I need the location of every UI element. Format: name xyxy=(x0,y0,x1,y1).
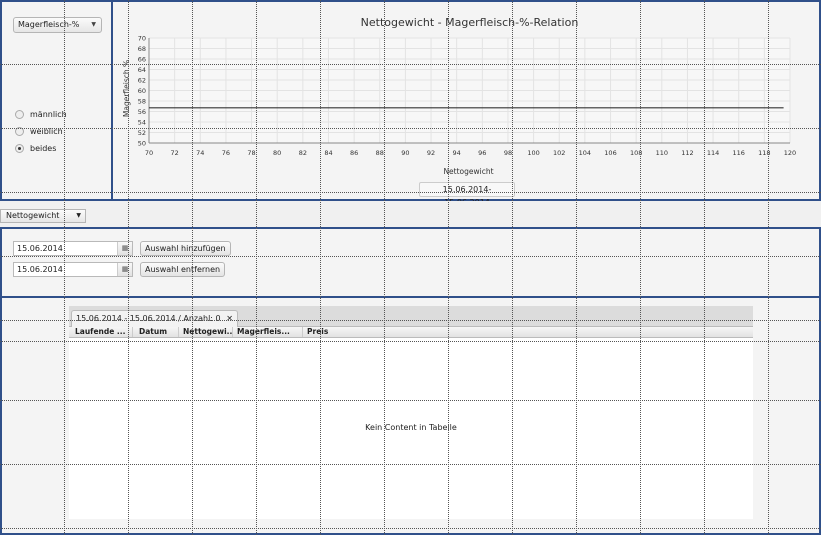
radio-button-selected-icon xyxy=(15,144,24,153)
chevron-down-icon: ▼ xyxy=(91,21,96,28)
x-tick-label: 100 xyxy=(527,149,539,157)
x-tick-label: 72 xyxy=(170,149,178,157)
radio-beides[interactable]: beides xyxy=(15,144,75,154)
y-tick-label: 66 xyxy=(138,56,146,64)
x-tick-label: 76 xyxy=(222,149,230,157)
x-tick-label: 90 xyxy=(401,149,409,157)
y-tick-label: 60 xyxy=(138,87,146,95)
y-tick-label: 68 xyxy=(138,45,146,53)
y-axis-label: Magerfleisch % xyxy=(122,60,131,117)
x-tick-label: 78 xyxy=(247,149,255,157)
close-icon[interactable]: ✕ xyxy=(226,314,233,323)
empty-table-message: Kein Content in Tabelle xyxy=(365,423,457,432)
y-tick-label: 56 xyxy=(138,108,146,116)
radio-button-icon xyxy=(15,127,24,136)
x-tick-label: 116 xyxy=(733,149,745,157)
y-tick-label: 58 xyxy=(138,98,146,106)
attribute-select[interactable]: Magerfleisch-% ▼ xyxy=(13,17,102,33)
x-tick-label: 104 xyxy=(579,149,591,157)
x-tick-label: 94 xyxy=(453,149,461,157)
scatter-chart: 70 72 74 76 78 80 82 84 86 88 90 92 94 96 98 100 102 104 1… xyxy=(122,16,796,176)
column-header-laufende[interactable]: Laufende ... xyxy=(71,327,133,337)
remove-selection-button[interactable]: Auswahl entfernen xyxy=(140,262,226,277)
tab-label: 15.06.2014 - 15.06.2014 / Anzahl: 0 xyxy=(76,314,221,323)
x-tick-label: 84 xyxy=(324,149,332,157)
x-tick-label: 70 xyxy=(145,149,153,157)
radio-label: weiblich xyxy=(30,127,63,136)
chevron-down-icon: ▼ xyxy=(76,212,81,219)
radio-maennlich[interactable]: männlich xyxy=(15,110,75,120)
calendar-icon[interactable]: ▦ xyxy=(117,263,132,276)
column-header-datum[interactable]: Datum xyxy=(135,327,179,337)
radio-weiblich[interactable]: weiblich xyxy=(15,127,75,137)
x-attribute-bar: Nettogewicht ▼ xyxy=(0,201,821,227)
x-tick-label: 110 xyxy=(656,149,668,157)
column-header-nettogewicht[interactable]: Nettogewi... xyxy=(179,327,233,337)
tab-strip: 15.06.2014 - 15.06.2014 / Anzahl: 0 ✕ xyxy=(69,306,753,327)
y-tick-label: 70 xyxy=(138,35,146,43)
date-selection-panel: 15.06.2014 ▦ 15.06.2014 ▦ Auswahl hinzuf… xyxy=(0,227,821,298)
x-tick-label: 88 xyxy=(376,149,384,157)
filter-panel: Magerfleisch-% ▼ männlich weiblich beide… xyxy=(0,0,113,201)
y-tick-label: 64 xyxy=(138,66,146,74)
x-tick-label: 80 xyxy=(273,149,281,157)
x-attribute-select[interactable]: Nettogewicht ▼ xyxy=(0,209,86,223)
date-from-value: 15.06.2014 xyxy=(17,244,63,253)
x-tick-label: 102 xyxy=(553,149,565,157)
table-header: Laufende ... Datum Nettogewi... Magerfle… xyxy=(69,327,753,338)
x-tick-label: 86 xyxy=(350,149,358,157)
x-tick-label: 114 xyxy=(707,149,719,157)
chart-panel: 70 72 74 76 78 80 82 84 86 88 90 92 94 96 98 100 102 104 1… xyxy=(111,0,821,207)
x-axis-label: Nettogewicht xyxy=(443,167,493,176)
y-tick-label: 52 xyxy=(138,129,146,137)
date-range-label: 15.06.2014-15.06.2014 xyxy=(419,182,515,207)
x-tick-label: 118 xyxy=(758,149,770,157)
attribute-select-value: Magerfleisch-% xyxy=(18,20,80,29)
add-selection-button[interactable]: Auswahl hinzufügen xyxy=(140,241,231,256)
y-tick-label: 62 xyxy=(138,77,146,85)
radio-button-icon xyxy=(15,110,24,119)
chart-title: Nettogewicht - Magerfleisch-%-Relation xyxy=(361,16,579,29)
column-header-magerfleisch[interactable]: Magerfleis... xyxy=(233,327,303,337)
table-panel: 15.06.2014 - 15.06.2014 / Anzahl: 0 ✕ La… xyxy=(0,296,821,535)
table-area: Laufende ... Datum Nettogewi... Magerfle… xyxy=(69,327,753,519)
date-to-value: 15.06.2014 xyxy=(17,265,63,274)
radio-label: männlich xyxy=(30,110,67,119)
y-tick-label: 50 xyxy=(138,140,146,148)
x-tick-label: 108 xyxy=(630,149,642,157)
tab-date-range[interactable]: 15.06.2014 - 15.06.2014 / Anzahl: 0 ✕ xyxy=(71,310,238,327)
x-tick-label: 92 xyxy=(427,149,435,157)
y-tick-label: 54 xyxy=(138,119,146,127)
x-tick-label: 82 xyxy=(299,149,307,157)
x-tick-label: 96 xyxy=(478,149,486,157)
x-tick-label: 120 xyxy=(784,149,796,157)
x-tick-label: 74 xyxy=(196,149,204,157)
date-from-field[interactable]: 15.06.2014 ▦ xyxy=(13,241,133,256)
radio-label: beides xyxy=(30,144,57,153)
column-header-preis[interactable]: Preis xyxy=(303,327,343,337)
calendar-icon[interactable]: ▦ xyxy=(117,242,132,255)
x-tick-label: 98 xyxy=(504,149,512,157)
x-attribute-value: Nettogewicht xyxy=(6,211,60,220)
date-to-field[interactable]: 15.06.2014 ▦ xyxy=(13,262,133,277)
x-tick-label: 106 xyxy=(604,149,616,157)
x-tick-label: 112 xyxy=(681,149,693,157)
